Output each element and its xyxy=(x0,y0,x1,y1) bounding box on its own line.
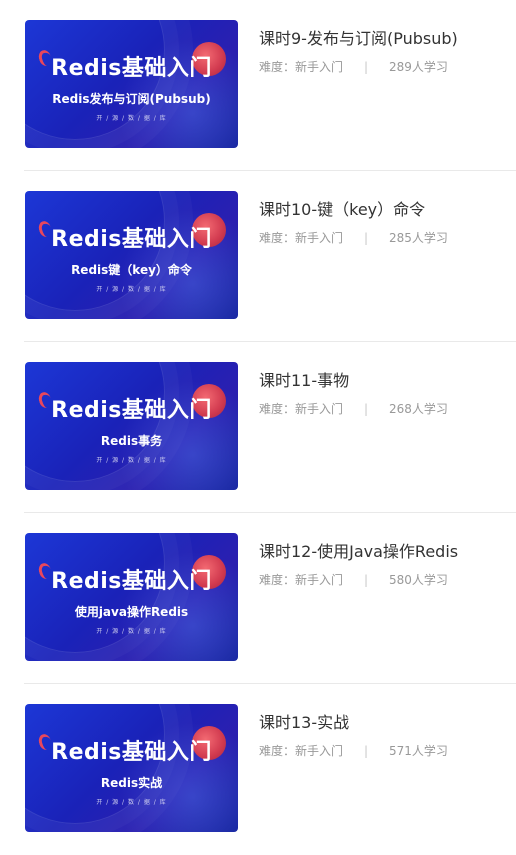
thumbnail-subtitle: Redis发布与订阅(Pubsub) xyxy=(52,92,211,106)
course-title[interactable]: 课时13-实战 xyxy=(259,709,349,733)
learner-count: 268人学习 xyxy=(389,402,448,416)
thumbnail-tagline: 开 / 源 / 数 / 据 / 库 xyxy=(96,115,167,122)
course-title[interactable]: 课时12-使用Java操作Redis xyxy=(259,538,458,562)
course-thumbnail[interactable]: Redis基础入门 Redis实战 开 / 源 / 数 / 据 / 库 xyxy=(25,704,238,832)
course-meta: 难度：新手入门 | 580人学习 xyxy=(259,571,448,588)
learner-count: 571人学习 xyxy=(389,744,448,758)
thumbnail-title: Redis基础入门 xyxy=(51,398,212,423)
difficulty-label: 难度：新手入门 xyxy=(259,231,344,245)
course-thumbnail[interactable]: Redis基础入门 Redis发布与订阅(Pubsub) 开 / 源 / 数 /… xyxy=(25,20,238,148)
thumbnail-tagline: 开 / 源 / 数 / 据 / 库 xyxy=(96,799,167,806)
learner-count: 580人学习 xyxy=(389,573,448,587)
learner-count: 289人学习 xyxy=(389,60,448,74)
course-meta: 难度：新手入门 | 285人学习 xyxy=(259,229,448,246)
course-item[interactable]: Redis基础入门 使用java操作Redis 开 / 源 / 数 / 据 / … xyxy=(0,513,516,684)
thumbnail-subtitle: Redis键（key）命令 xyxy=(71,263,192,277)
course-title[interactable]: 课时10-键（key）命令 xyxy=(259,196,425,220)
course-meta: 难度：新手入门 | 268人学习 xyxy=(259,400,448,417)
thumbnail-title: Redis基础入门 xyxy=(51,227,212,252)
course-meta: 难度：新手入门 | 571人学习 xyxy=(259,742,448,759)
meta-separator: | xyxy=(363,402,369,416)
course-title[interactable]: 课时9-发布与订阅(Pubsub) xyxy=(259,25,458,49)
thumbnail-tagline: 开 / 源 / 数 / 据 / 库 xyxy=(96,457,167,464)
meta-separator: | xyxy=(363,573,369,587)
meta-separator: | xyxy=(363,60,369,74)
difficulty-label: 难度：新手入门 xyxy=(259,744,344,758)
learner-count: 285人学习 xyxy=(389,231,448,245)
thumbnail-title: Redis基础入门 xyxy=(51,740,212,765)
meta-separator: | xyxy=(363,744,369,758)
course-item[interactable]: Redis基础入门 Redis实战 开 / 源 / 数 / 据 / 库 课时13… xyxy=(0,684,516,855)
thumbnail-subtitle: 使用java操作Redis xyxy=(74,605,189,619)
meta-separator: | xyxy=(363,231,369,245)
difficulty-label: 难度：新手入门 xyxy=(259,402,344,416)
thumbnail-tagline: 开 / 源 / 数 / 据 / 库 xyxy=(96,286,167,293)
course-title[interactable]: 课时11-事物 xyxy=(259,367,349,391)
course-thumbnail[interactable]: Redis基础入门 使用java操作Redis 开 / 源 / 数 / 据 / … xyxy=(25,533,238,661)
course-thumbnail[interactable]: Redis基础入门 Redis键（key）命令 开 / 源 / 数 / 据 / … xyxy=(25,191,238,319)
thumbnail-title: Redis基础入门 xyxy=(51,56,212,81)
difficulty-label: 难度：新手入门 xyxy=(259,60,344,74)
course-item[interactable]: Redis基础入门 Redis事务 开 / 源 / 数 / 据 / 库 课时11… xyxy=(0,342,516,513)
thumbnail-tagline: 开 / 源 / 数 / 据 / 库 xyxy=(96,628,167,635)
course-item[interactable]: Redis基础入门 Redis键（key）命令 开 / 源 / 数 / 据 / … xyxy=(0,171,516,342)
thumbnail-title: Redis基础入门 xyxy=(51,569,212,594)
thumbnail-subtitle: Redis事务 xyxy=(100,434,163,448)
course-meta: 难度：新手入门 | 289人学习 xyxy=(259,58,448,75)
difficulty-label: 难度：新手入门 xyxy=(259,573,344,587)
course-thumbnail[interactable]: Redis基础入门 Redis事务 开 / 源 / 数 / 据 / 库 xyxy=(25,362,238,490)
thumbnail-subtitle: Redis实战 xyxy=(100,776,163,790)
course-item[interactable]: Redis基础入门 Redis发布与订阅(Pubsub) 开 / 源 / 数 /… xyxy=(0,0,516,171)
